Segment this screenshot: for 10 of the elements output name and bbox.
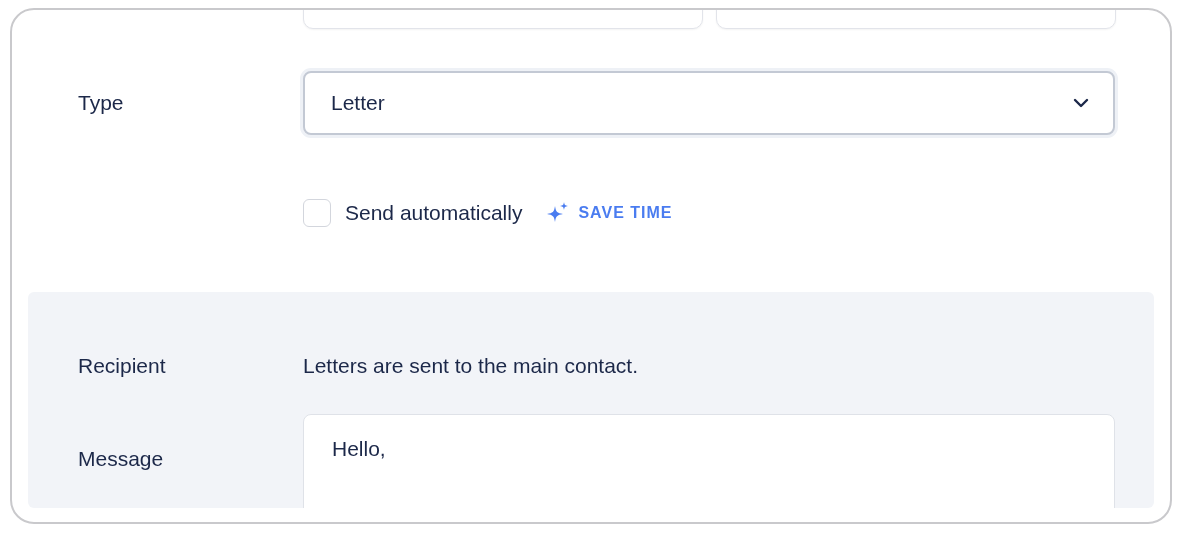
checkbox[interactable] [303, 199, 331, 227]
field-label: Recipient [78, 354, 167, 378]
field-label: Type [78, 91, 125, 115]
field-label: Message [78, 447, 165, 472]
type-select[interactable]: Letter [303, 71, 1115, 135]
message-field[interactable]: Hello, [303, 414, 1115, 508]
chevron-down-icon [1073, 98, 1089, 108]
hint-text: SAVE TIME [578, 204, 673, 222]
recipient-text: Letters are sent to the main contact. [303, 354, 639, 378]
checkbox-label: Send automatically [345, 201, 523, 225]
